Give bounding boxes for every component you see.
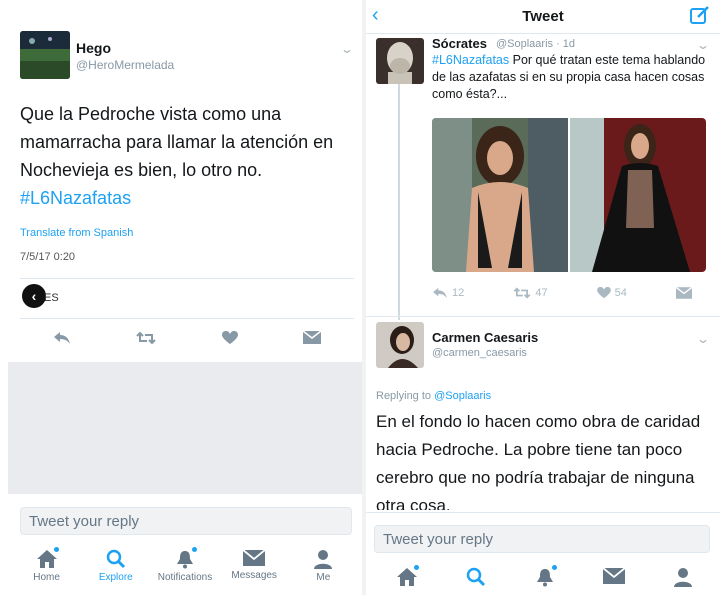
right-screen: ‹ Tweet Sócrates @Soplaaris · 1d ⌄ #L6Na…	[366, 0, 720, 595]
retweet-action[interactable]: 47	[513, 287, 548, 299]
heart-icon	[596, 287, 611, 299]
envelope-icon	[603, 567, 626, 584]
timestamp: 7/5/17 0:20	[20, 251, 76, 263]
avatar[interactable]	[20, 31, 70, 79]
like-action[interactable]: 54	[596, 287, 627, 299]
home-icon	[396, 568, 417, 586]
divider	[20, 278, 354, 279]
replying-to: Replying to @Soplaaris	[376, 390, 491, 402]
reply-input[interactable]: Tweet your reply	[20, 507, 352, 535]
dm-action[interactable]	[675, 287, 692, 299]
likes-count: ES	[44, 292, 59, 304]
retweet-icon	[514, 287, 531, 299]
tab-home[interactable]: Home	[17, 547, 77, 583]
tab-me[interactable]: Me	[293, 549, 353, 583]
reply-input[interactable]: Tweet your reply	[374, 525, 710, 553]
reply-icon	[433, 287, 447, 299]
tab-explore[interactable]	[446, 567, 506, 587]
author-name[interactable]: Carmen Caesaris	[432, 330, 538, 345]
thread-line	[398, 84, 400, 320]
tab-notifications[interactable]	[515, 565, 575, 587]
tab-explore[interactable]: Explore	[86, 549, 146, 583]
mention-link[interactable]: @Soplaaris	[434, 390, 491, 402]
chevron-down-icon[interactable]: ⌄	[696, 332, 710, 346]
notification-dot	[191, 547, 197, 552]
envelope-icon	[675, 287, 692, 299]
back-arrow-icon[interactable]: ‹	[22, 284, 46, 308]
author-name[interactable]: Sócrates	[432, 36, 487, 51]
divider	[20, 318, 354, 319]
author-handle[interactable]: @carmen_caesaris	[432, 347, 527, 359]
tab-home[interactable]	[377, 565, 437, 587]
tab-label: Messages	[231, 570, 277, 581]
tab-label: Explore	[98, 572, 133, 583]
reply-icon[interactable]	[53, 331, 71, 350]
search-icon	[466, 567, 485, 587]
envelope-icon	[243, 549, 266, 566]
person-icon	[674, 568, 693, 587]
action-bar	[20, 328, 354, 352]
compose-icon[interactable]	[690, 6, 710, 29]
tab-label: Notifications	[157, 572, 213, 583]
divider	[366, 316, 720, 317]
avatar[interactable]	[376, 38, 424, 84]
notification-dot	[551, 565, 557, 570]
tab-bar: Home Explore Notifications Messages Me	[12, 547, 358, 583]
reply-count: 12	[452, 287, 465, 299]
like-count: 54	[614, 287, 627, 299]
tweet-actions: 12 47 54	[432, 284, 712, 302]
heart-icon[interactable]	[221, 330, 238, 350]
chevron-down-icon[interactable]: ⌄	[340, 42, 354, 56]
tab-label: Home	[33, 572, 60, 583]
notification-dot	[413, 565, 419, 570]
reply-action[interactable]: 12	[432, 287, 464, 299]
author-handle[interactable]: @HeroMermelada	[76, 58, 174, 72]
tweet-text: #L6Nazafatas Por qué tratan este tema ha…	[432, 52, 712, 103]
person-icon	[314, 550, 333, 569]
tab-me[interactable]	[653, 567, 713, 587]
left-screen: Hego @HeroMermelada ⌄ Que la Pedroche vi…	[0, 0, 362, 595]
tab-bar	[372, 565, 718, 587]
tweet-detail: Hego @HeroMermelada ⌄ Que la Pedroche vi…	[0, 0, 362, 360]
tab-messages[interactable]: Messages	[224, 549, 284, 583]
tweet-text-body: Que la Pedroche vista como una mamarrach…	[20, 104, 334, 180]
tweet-text: Que la Pedroche vista como una mamarrach…	[20, 100, 360, 212]
envelope-icon[interactable]	[302, 330, 322, 349]
home-icon	[36, 550, 57, 568]
author-handle-time[interactable]: @Soplaaris · 1d	[496, 38, 575, 50]
retweet-icon[interactable]	[136, 331, 156, 350]
tab-messages[interactable]	[584, 567, 644, 587]
tab-notifications[interactable]: Notifications	[155, 547, 215, 583]
author-name[interactable]: Hego	[76, 40, 111, 56]
page-title: Tweet	[522, 8, 564, 25]
hashtag-link[interactable]: #L6Nazafatas	[432, 53, 509, 67]
avatar[interactable]	[376, 322, 424, 368]
header-bar: ‹ Tweet	[366, 0, 720, 34]
search-icon	[106, 549, 125, 569]
retweet-count: 47	[535, 287, 548, 299]
photo-right[interactable]	[570, 118, 706, 272]
reply-text: En el fondo lo hacen como obra de carida…	[376, 412, 701, 510]
translate-link[interactable]: Translate from Spanish	[20, 227, 133, 239]
bell-icon	[176, 551, 193, 569]
empty-replies-area	[8, 362, 362, 494]
notification-dot	[53, 547, 59, 552]
chevron-down-icon[interactable]: ⌄	[696, 38, 710, 52]
bell-icon	[536, 569, 553, 587]
tab-label: Me	[316, 572, 331, 583]
replying-to-prefix: Replying to	[376, 390, 435, 402]
divider	[366, 512, 720, 513]
photo-left[interactable]	[432, 118, 568, 272]
hashtag-link[interactable]: #L6Nazafatas	[20, 188, 131, 208]
tweet-media[interactable]	[432, 118, 706, 272]
